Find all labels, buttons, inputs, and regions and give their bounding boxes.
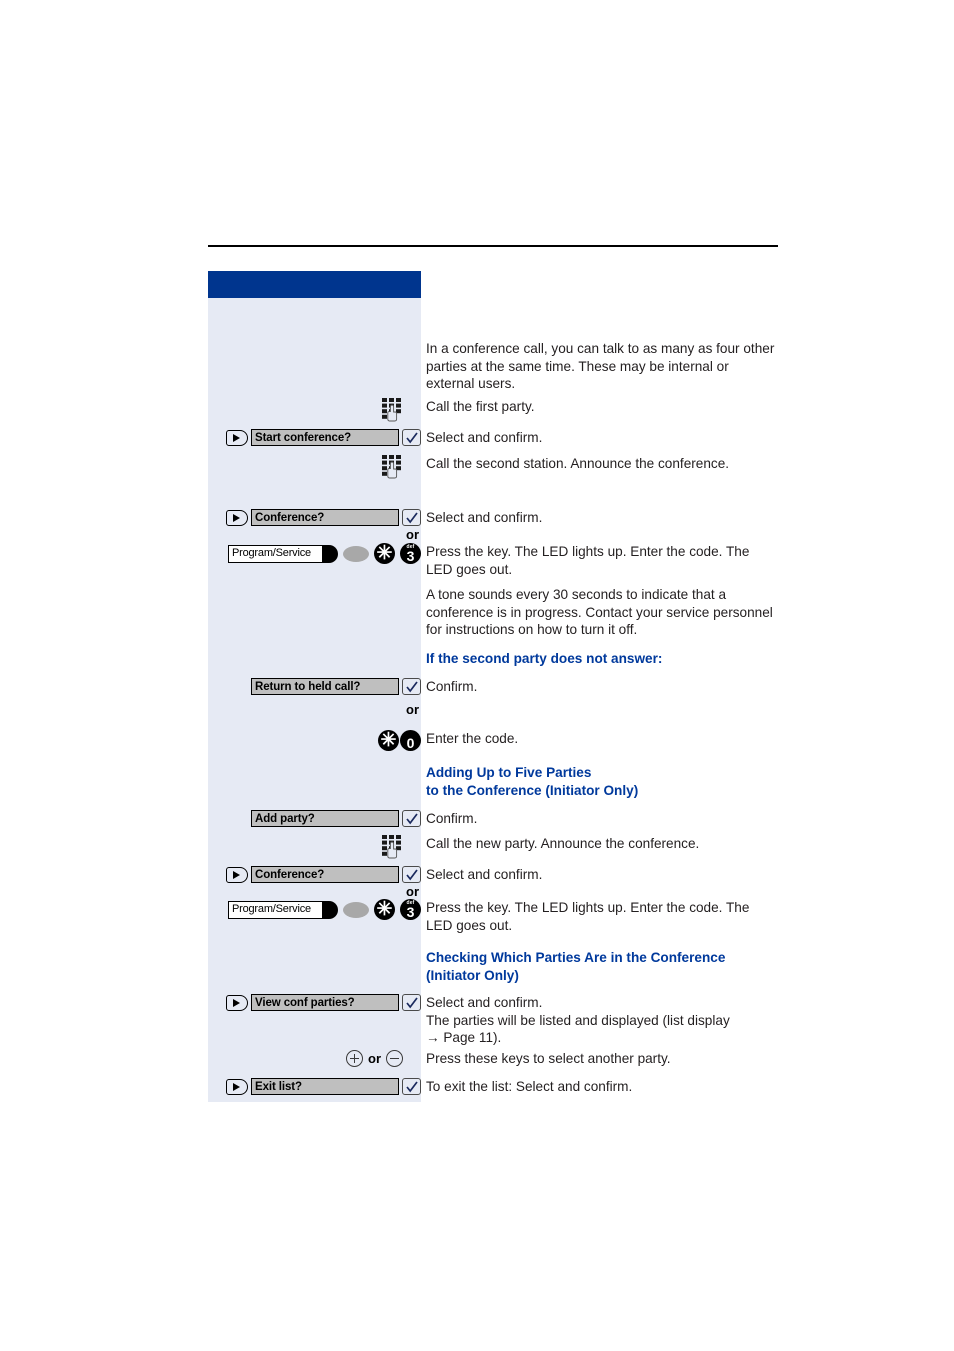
star-key-glyph: ✳ bbox=[376, 899, 393, 920]
star-key-glyph: ✳ bbox=[376, 543, 393, 564]
step-description: Press the key. The LED lights up. Enter … bbox=[426, 900, 750, 933]
program-service-key-label: Program/Service bbox=[228, 900, 324, 919]
step-description: Select and confirm. bbox=[426, 430, 543, 445]
confirm-checkmark-icon[interactable] bbox=[402, 994, 421, 1011]
confirm-checkmark-icon[interactable] bbox=[402, 678, 421, 695]
step-description: Enter the code. bbox=[426, 731, 519, 746]
menu-option-label[interactable]: Add party? bbox=[251, 810, 399, 827]
step-description: Select and confirm. bbox=[426, 867, 543, 882]
confirm-checkmark-icon[interactable] bbox=[402, 810, 421, 827]
led-indicator bbox=[343, 545, 369, 562]
section-heading-line-2: (Initiator Only) bbox=[426, 968, 519, 983]
section-heading: Adding Up to Five Parties to the Confere… bbox=[426, 764, 778, 800]
section-heading: Checking Which Parties Are in the Confer… bbox=[426, 949, 778, 985]
digit-key-glyph: 3 bbox=[406, 548, 415, 564]
scroll-right-arrow-icon[interactable] bbox=[226, 866, 248, 883]
step-description: Select and confirm. The parties will be … bbox=[426, 994, 778, 1047]
arrow-placeholder bbox=[226, 811, 248, 827]
section-heading: If the second party does not answer: bbox=[426, 651, 663, 666]
scroll-right-arrow-icon[interactable] bbox=[226, 1078, 248, 1095]
star-key[interactable]: ✳ bbox=[374, 543, 395, 564]
step-description: To exit the list: Select and confirm. bbox=[426, 1079, 633, 1094]
plus-minus-key-group[interactable]: or bbox=[346, 1050, 403, 1067]
program-service-key-label: Program/Service bbox=[228, 544, 324, 563]
confirm-checkmark-icon[interactable] bbox=[402, 1078, 421, 1095]
step-description: Call the first party. bbox=[426, 399, 535, 414]
softkey-add-party[interactable]: Add party? bbox=[226, 810, 421, 827]
or-separator: or bbox=[406, 527, 419, 542]
step-description: Call the second station. Announce the co… bbox=[426, 456, 730, 471]
or-separator: or bbox=[368, 1051, 381, 1066]
softkey-start-conference[interactable]: Start conference? bbox=[226, 429, 421, 446]
digit-key-3[interactable]: def 3 bbox=[400, 899, 421, 920]
step-description: Select and confirm. bbox=[426, 510, 543, 525]
star-key-glyph: ✳ bbox=[380, 730, 397, 751]
menu-option-label[interactable]: Conference? bbox=[251, 866, 399, 883]
menu-option-label[interactable]: Conference? bbox=[251, 509, 399, 526]
or-separator: or bbox=[406, 884, 419, 899]
section-heading-line-1: Adding Up to Five Parties bbox=[426, 765, 592, 780]
program-service-key-group[interactable]: Program/Service ✳ def 3 bbox=[228, 543, 421, 564]
step-description: Confirm. bbox=[426, 811, 478, 826]
scroll-right-arrow-icon[interactable] bbox=[226, 429, 248, 446]
program-service-key[interactable]: Program/Service bbox=[228, 544, 338, 563]
key-cap-shape bbox=[322, 900, 338, 919]
menu-option-label[interactable]: Return to held call? bbox=[251, 678, 399, 695]
step-description: Press the key. The LED lights up. Enter … bbox=[426, 544, 750, 577]
note-paragraph: A tone sounds every 30 seconds to indica… bbox=[426, 587, 773, 637]
or-separator: or bbox=[406, 702, 419, 717]
step-description-line-1: Select and confirm. bbox=[426, 995, 543, 1010]
menu-option-label[interactable]: Exit list? bbox=[251, 1078, 399, 1095]
dial-keypad-icon[interactable] bbox=[382, 455, 403, 479]
header-rule bbox=[208, 245, 778, 247]
led-indicator bbox=[343, 901, 369, 918]
document-page: In a conference call, you can talk to as… bbox=[0, 0, 954, 1351]
key-cap-shape bbox=[322, 544, 338, 563]
scroll-right-arrow-icon[interactable] bbox=[226, 509, 248, 526]
arrow-placeholder bbox=[226, 679, 248, 695]
softkey-view-conf-parties[interactable]: View conf parties? bbox=[226, 994, 421, 1011]
confirm-checkmark-icon[interactable] bbox=[402, 429, 421, 446]
dial-keypad-icon[interactable] bbox=[382, 398, 403, 422]
digit-key-glyph: 0 bbox=[406, 735, 415, 751]
step-description-line-2: The parties will be listed and displayed… bbox=[426, 1012, 730, 1028]
softkey-return-to-held-call[interactable]: Return to held call? bbox=[226, 678, 421, 695]
code-key-group[interactable]: ✳ 0 bbox=[378, 730, 421, 751]
softkey-exit-list[interactable]: Exit list? bbox=[226, 1078, 421, 1095]
scroll-right-arrow-icon[interactable] bbox=[226, 994, 248, 1011]
intro-paragraph: In a conference call, you can talk to as… bbox=[426, 341, 775, 391]
softkey-conference[interactable]: Conference? bbox=[226, 866, 421, 883]
softkey-conference[interactable]: Conference? bbox=[226, 509, 421, 526]
program-service-key-group[interactable]: Program/Service ✳ def 3 bbox=[228, 899, 421, 920]
confirm-checkmark-icon[interactable] bbox=[402, 866, 421, 883]
confirm-checkmark-icon[interactable] bbox=[402, 509, 421, 526]
section-heading-line-2: to the Conference (Initiator Only) bbox=[426, 783, 639, 798]
step-description: Confirm. bbox=[426, 679, 478, 694]
digit-key-0[interactable]: 0 bbox=[400, 730, 421, 751]
section-heading-line-1: Checking Which Parties Are in the Confer… bbox=[426, 950, 726, 965]
panel-header-bar bbox=[208, 271, 421, 298]
menu-option-label[interactable]: View conf parties? bbox=[251, 994, 399, 1011]
page-reference: → Page 11). bbox=[426, 1030, 502, 1045]
digit-key-3[interactable]: def 3 bbox=[400, 543, 421, 564]
program-service-key[interactable]: Program/Service bbox=[228, 900, 338, 919]
star-key[interactable]: ✳ bbox=[378, 730, 399, 751]
menu-option-label[interactable]: Start conference? bbox=[251, 429, 399, 446]
minus-key-icon[interactable] bbox=[386, 1050, 403, 1067]
plus-key-icon[interactable] bbox=[346, 1050, 363, 1067]
star-key[interactable]: ✳ bbox=[374, 899, 395, 920]
dial-keypad-icon[interactable] bbox=[382, 835, 403, 859]
step-description: Press these keys to select another party… bbox=[426, 1051, 671, 1066]
step-description: Call the new party. Announce the confere… bbox=[426, 836, 700, 851]
digit-key-glyph: 3 bbox=[406, 904, 415, 920]
